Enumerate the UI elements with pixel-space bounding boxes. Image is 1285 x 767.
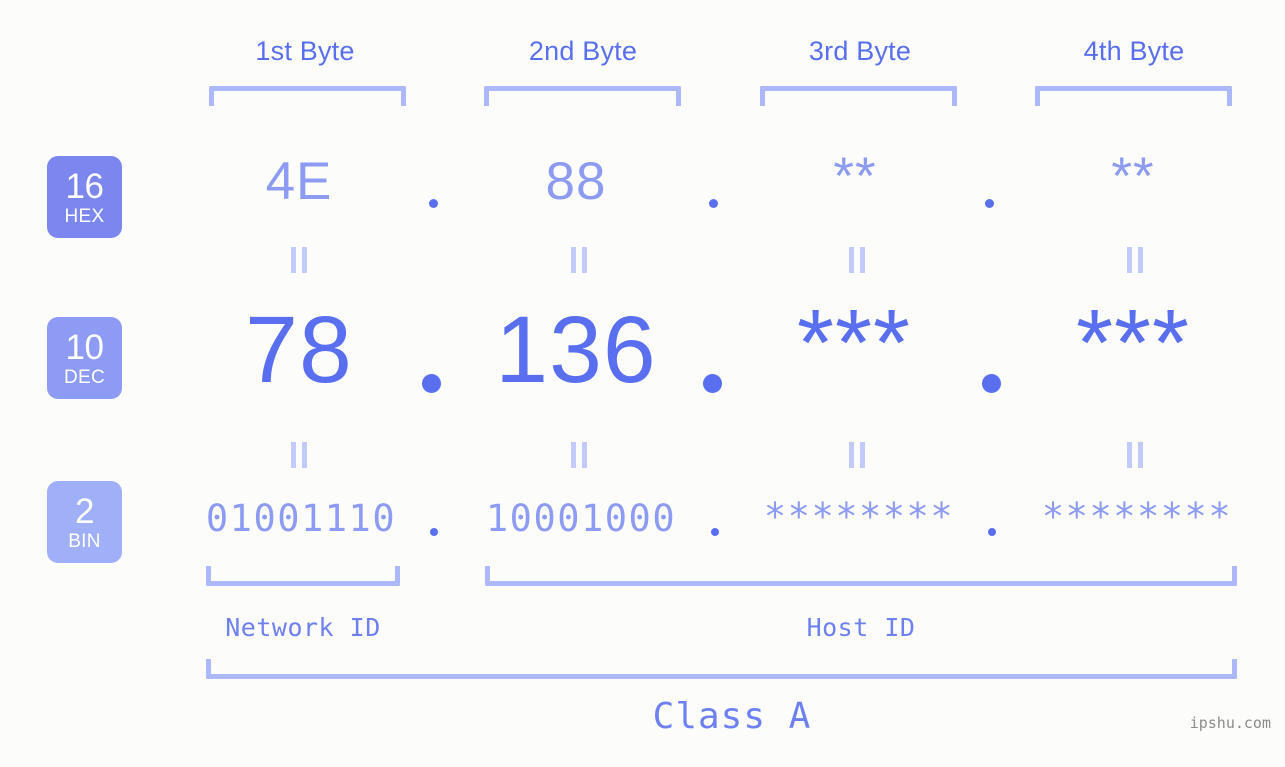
equality-mark-dec-bin-1 [291,442,307,468]
radix-badge-dec-base: 10 [65,327,104,367]
host-id-bracket [485,566,1237,586]
byte-header-4: 4th Byte [1083,36,1185,66]
hex-octet-2: 88 [545,152,607,211]
bin-octet-4: ******** [1041,495,1233,538]
dec-octet-3: *** [797,290,911,396]
bin-octet-3: ******** [763,495,955,538]
byte-bracket-1 [209,86,406,106]
radix-badge-dec: 10 DEC [47,317,122,399]
bin-octet-1: 01001110 [205,497,397,540]
hex-octet-4: ** [1111,147,1155,206]
hex-octet-3: ** [833,147,877,206]
bin-separator-dot-2 [711,528,719,536]
radix-badge-bin-name: BIN [68,530,101,552]
dec-separator-dot-1 [422,374,441,393]
hex-separator-dot-3 [985,199,994,208]
radix-badge-bin: 2 BIN [47,481,122,563]
byte-bracket-4 [1035,86,1232,106]
equality-mark-hex-dec-2 [571,247,587,273]
hex-octet-1: 4E [265,152,333,211]
host-id-label: Host ID [806,613,916,642]
equality-mark-hex-dec-3 [849,247,865,273]
dec-octet-1: 78 [245,297,353,403]
bin-separator-dot-3 [988,528,996,536]
network-id-label: Network ID [225,613,381,642]
byte-header-2: 2nd Byte [528,36,638,66]
byte-header-3: 3rd Byte [808,36,912,66]
bin-octet-2: 10001000 [485,497,677,540]
dec-octet-4: *** [1076,290,1190,396]
hex-separator-dot-2 [709,199,718,208]
bin-separator-dot-1 [430,528,438,536]
equality-mark-dec-bin-2 [571,442,587,468]
dec-separator-dot-2 [703,374,722,393]
radix-badge-hex-base: 16 [65,166,104,206]
equality-mark-dec-bin-4 [1127,442,1143,468]
equality-mark-hex-dec-1 [291,247,307,273]
radix-badge-bin-base: 2 [75,491,94,531]
byte-bracket-2 [484,86,681,106]
dec-separator-dot-3 [982,374,1001,393]
equality-mark-dec-bin-3 [849,442,865,468]
dec-octet-2: 136 [495,297,657,403]
byte-bracket-3 [760,86,957,106]
class-label: Class A [652,696,812,737]
network-id-bracket [206,566,400,586]
radix-badge-hex-name: HEX [64,205,105,227]
hex-separator-dot-1 [429,199,438,208]
radix-badge-hex: 16 HEX [47,156,122,238]
radix-badge-dec-name: DEC [63,366,105,388]
ip-address-breakdown-diagram: 1st Byte 2nd Byte 3rd Byte 4th Byte 16 H… [0,0,1285,767]
class-bracket [206,659,1237,679]
equality-mark-hex-dec-4b [1127,247,1143,273]
byte-header-1: 1st Byte [255,36,355,66]
site-watermark: ipshu.com [1189,714,1271,732]
